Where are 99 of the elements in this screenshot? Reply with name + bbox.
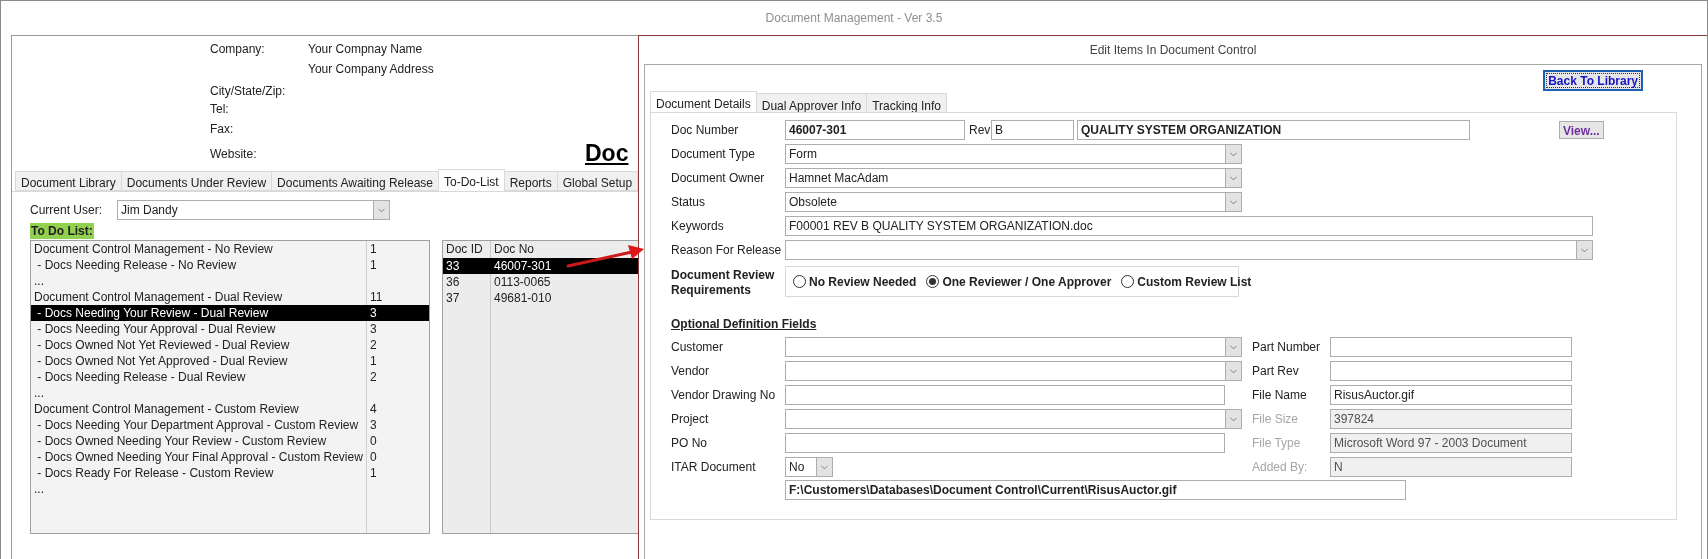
- company-info: Your Company Address: [308, 61, 435, 78]
- radio-button[interactable]: [926, 275, 940, 288]
- field-label: PO No: [671, 435, 708, 452]
- list-item[interactable]: - Docs Ready For Release - Custom Review 1: [31, 465, 429, 481]
- dropdown-button[interactable]: [1225, 410, 1241, 428]
- dropdown-button[interactable]: [816, 458, 832, 476]
- text-field[interactable]: [785, 385, 1225, 405]
- tab[interactable]: Documents Awaiting Release: [271, 171, 439, 191]
- section-label: To Do List:: [30, 223, 94, 239]
- field-label: Customer: [671, 339, 724, 356]
- field-label: Part Rev: [1252, 363, 1300, 380]
- page-heading: Doc: [585, 139, 629, 168]
- list-item[interactable]: - Docs Owned Not Yet Reviewed - Dual Review 2: [31, 337, 429, 353]
- radio-option[interactable]: No Review Needed: [793, 272, 917, 291]
- section-heading: Optional Definition Fields: [671, 316, 817, 333]
- text-field[interactable]: [1330, 337, 1572, 357]
- list-item[interactable]: ...: [31, 481, 429, 497]
- list-item[interactable]: - Docs Needing Release - No Review 1: [31, 257, 429, 273]
- field-label: Company:: [210, 41, 266, 58]
- field-label: Project: [671, 411, 710, 428]
- table-row[interactable]: 33 46007-301: [443, 258, 638, 274]
- list-item[interactable]: - Docs Needing Release - Dual Review 2: [31, 369, 429, 385]
- field-label: Rev: [969, 122, 991, 139]
- list-item[interactable]: - Docs Needing Your Approval - Dual Review 3: [31, 321, 429, 337]
- tab[interactable]: Document Details: [650, 91, 757, 113]
- field-label: ITAR Document: [671, 459, 757, 476]
- dropdown-field[interactable]: [785, 361, 1242, 381]
- back-to-library-button[interactable]: Back To Library: [1543, 70, 1643, 91]
- dropdown-field[interactable]: [785, 409, 1242, 429]
- field-label: City/State/Zip:: [210, 83, 287, 99]
- radio-button[interactable]: [1121, 275, 1135, 288]
- field-label: Vendor Drawing No: [671, 387, 777, 404]
- dialog-title: Edit Items In Document Control: [1089, 42, 1257, 59]
- field-label: Document Owner: [671, 170, 766, 187]
- dropdown-field[interactable]: [785, 337, 1242, 357]
- field-label: File Type: [1252, 435, 1302, 452]
- text-field[interactable]: 46007-301: [785, 120, 965, 140]
- tab[interactable]: Tracking Info: [866, 93, 948, 113]
- field-label: Part Number: [1252, 339, 1322, 356]
- radio-button[interactable]: [793, 275, 806, 288]
- text-field[interactable]: B: [991, 120, 1074, 140]
- dropdown-field[interactable]: Hamnet MacAdam: [785, 168, 1242, 188]
- list-item[interactable]: Document Control Management - No Review 1: [31, 241, 429, 257]
- tab[interactable]: Dual Approver Info: [755, 93, 868, 113]
- column-header[interactable]: Doc ID: [443, 241, 491, 258]
- tab[interactable]: Global Setup: [556, 171, 638, 191]
- list-item[interactable]: - Docs Needing Your Department Approval - Custom Review 3: [31, 417, 429, 433]
- field-label: Current User:: [30, 202, 104, 219]
- list-item[interactable]: Document Control Management - Custom Review 4: [31, 401, 429, 417]
- dropdown-button[interactable]: [373, 201, 389, 219]
- field-label: Status: [671, 194, 707, 211]
- dropdown-field[interactable]: Obsolete: [785, 192, 1242, 212]
- field-label: Keywords: [671, 218, 725, 235]
- field-label: Doc Number: [671, 122, 740, 139]
- list-item[interactable]: ...: [31, 385, 429, 401]
- dropdown-button[interactable]: [1225, 145, 1241, 163]
- dropdown-field[interactable]: No: [785, 457, 833, 477]
- list-item[interactable]: - Docs Owned Not Yet Approved - Dual Review 1: [31, 353, 429, 369]
- text-field[interactable]: RisusAuctor.gif: [1330, 385, 1572, 405]
- list-item[interactable]: Document Control Management - Dual Review 11: [31, 289, 429, 305]
- window-title: Document Management - Ver 3.5: [765, 10, 943, 27]
- dropdown-field[interactable]: Form: [785, 144, 1242, 164]
- dropdown-button[interactable]: [1225, 338, 1241, 356]
- dropdown-button[interactable]: [1576, 241, 1592, 259]
- text-field[interactable]: [1330, 361, 1572, 381]
- dropdown-button[interactable]: [1225, 193, 1241, 211]
- field-label: Document Type: [671, 146, 756, 163]
- field-label: Vendor: [671, 363, 711, 380]
- tab[interactable]: Document Library: [15, 171, 122, 191]
- tab[interactable]: To-Do-List: [438, 169, 505, 191]
- list-item[interactable]: - Docs Needing Your Review - Dual Review 3: [31, 305, 429, 321]
- dropdown-field[interactable]: [785, 240, 1593, 260]
- field-label: File Size: [1252, 411, 1299, 428]
- list-item[interactable]: - Docs Owned Needing Your Review - Custom Review 0: [31, 433, 429, 449]
- dropdown-button[interactable]: [1225, 169, 1241, 187]
- list-item[interactable]: - Docs Owned Needing Your Final Approval - Custom Review 0: [31, 449, 429, 465]
- text-field[interactable]: [785, 433, 1225, 453]
- text-field[interactable]: F:\Customers\Databases\Document Control\Current\RisusAuctor.gif: [785, 480, 1406, 500]
- view-button[interactable]: View...: [1559, 121, 1604, 139]
- dropdown-button[interactable]: [1225, 362, 1241, 380]
- radio-option[interactable]: Custom Review List: [1121, 272, 1252, 291]
- list-item[interactable]: ...: [31, 273, 429, 289]
- field-label: Added By:: [1252, 459, 1309, 476]
- field-label: Fax:: [210, 121, 235, 138]
- field-label: File Name: [1252, 387, 1308, 404]
- field-label: Tel:: [210, 101, 230, 118]
- column-header[interactable]: Doc No: [491, 241, 534, 258]
- field-label: Reason For Release: [671, 242, 783, 259]
- tab[interactable]: Documents Under Review: [120, 171, 273, 191]
- field-label: Document Review Requirements: [671, 267, 776, 298]
- tab[interactable]: Reports: [503, 171, 558, 191]
- dropdown-field[interactable]: Jim Dandy: [117, 200, 390, 220]
- text-field[interactable]: QUALITY SYSTEM ORGANIZATION: [1077, 120, 1470, 140]
- radio-option[interactable]: One Reviewer / One Approver: [926, 272, 1112, 291]
- field-label: Website:: [210, 146, 258, 163]
- text-field[interactable]: F00001 REV B QUALITY SYSTEM ORGANIZATION.doc: [785, 216, 1593, 236]
- company-info: Your Compnay Name: [308, 41, 424, 58]
- table-row[interactable]: 36 0113-0065: [443, 274, 638, 290]
- table-row[interactable]: 37 49681-010: [443, 290, 638, 306]
